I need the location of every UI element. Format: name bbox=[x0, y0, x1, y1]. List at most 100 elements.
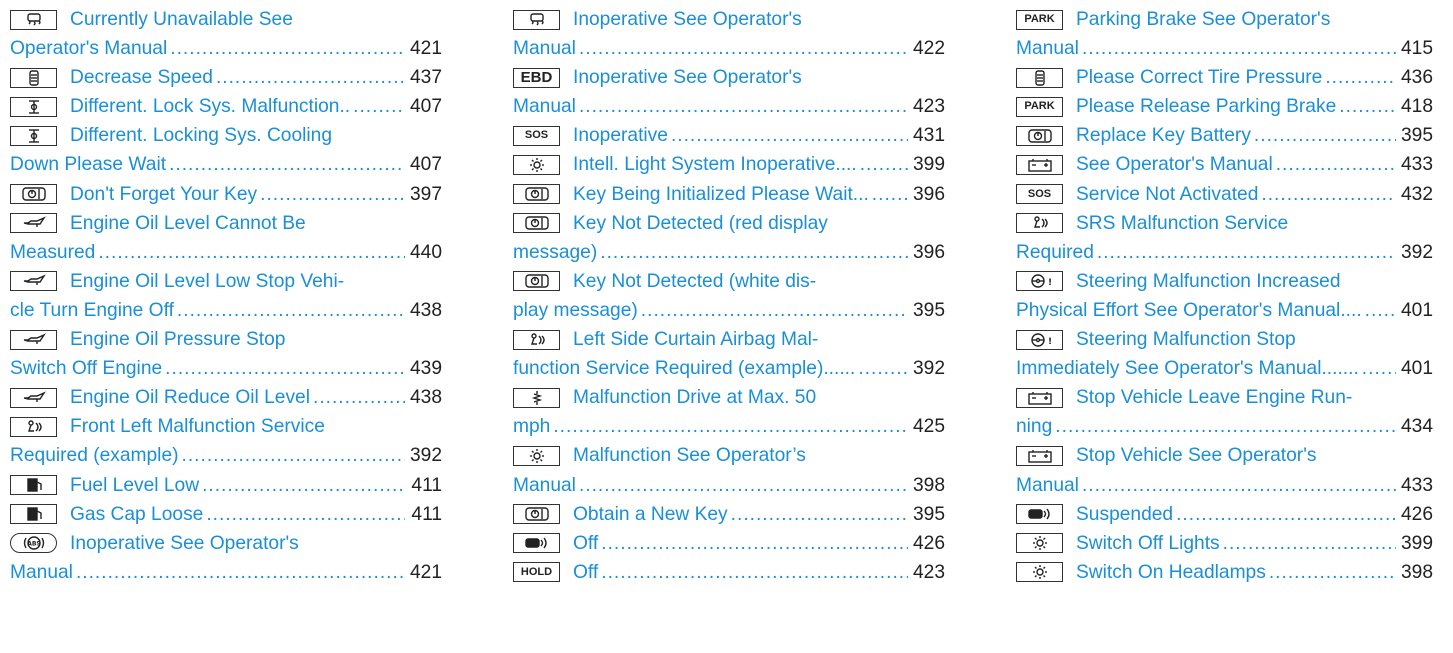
index-entry[interactable]: SRS Malfunction Service Required.........… bbox=[1016, 209, 1433, 267]
entry-label[interactable]: Switch On Headlamps bbox=[1076, 558, 1266, 587]
entry-label[interactable]: Manual bbox=[513, 92, 576, 121]
entry-label[interactable]: Don't Forget Your Key bbox=[70, 180, 257, 209]
index-entry[interactable]: Key Not Detected (red display message)...… bbox=[513, 209, 945, 267]
page-number[interactable]: 423 bbox=[911, 92, 945, 121]
entry-label[interactable]: Service Not Activated bbox=[1076, 180, 1258, 209]
page-number[interactable]: 397 bbox=[408, 180, 442, 209]
entry-label[interactable]: Front Left Malfunction Service bbox=[70, 412, 325, 441]
index-entry[interactable]: Stop Vehicle See Operator's Manual.......… bbox=[1016, 441, 1433, 499]
index-entry[interactable]: EBD Inoperative See Operator's Manual.....… bbox=[513, 63, 945, 121]
index-entry[interactable]: Different. Lock Sys. Malfunction........… bbox=[10, 92, 442, 121]
page-number[interactable]: 433 bbox=[1399, 471, 1433, 500]
page-number[interactable]: 398 bbox=[1399, 558, 1433, 587]
index-entry[interactable]: Key Being Initialized Please Wait.......… bbox=[513, 180, 945, 209]
entry-label[interactable]: Currently Unavailable See bbox=[70, 5, 293, 34]
page-number[interactable]: 425 bbox=[911, 412, 945, 441]
entry-label[interactable]: Switch Off Lights bbox=[1076, 529, 1220, 558]
index-entry[interactable]: Engine Oil Level Cannot Be Measured......… bbox=[10, 209, 442, 267]
entry-label[interactable]: Malfunction See Operator’s bbox=[573, 441, 806, 470]
index-entry[interactable]: Different. Locking Sys. Cooling Down Plea… bbox=[10, 121, 442, 179]
entry-label[interactable]: Different. Locking Sys. Cooling bbox=[70, 121, 332, 150]
page-number[interactable]: 426 bbox=[911, 529, 945, 558]
entry-label[interactable]: Steering Malfunction Stop bbox=[1076, 325, 1296, 354]
page-number[interactable]: 423 bbox=[911, 558, 945, 587]
index-entry[interactable]: Please Correct Tire Pressure............… bbox=[1016, 63, 1433, 92]
entry-label[interactable]: Off bbox=[573, 558, 598, 587]
entry-label[interactable]: Off bbox=[573, 529, 598, 558]
entry-label[interactable]: ning bbox=[1016, 412, 1052, 441]
index-entry[interactable]: Left Side Curtain Airbag Mal-function Se… bbox=[513, 325, 945, 383]
entry-label[interactable]: Steering Malfunction Increased bbox=[1076, 267, 1341, 296]
index-entry[interactable]: ! Steering Malfunction Stop Immediately Se… bbox=[1016, 325, 1433, 383]
page-number[interactable]: 401 bbox=[1399, 354, 1433, 383]
entry-label[interactable]: Engine Oil Level Cannot Be bbox=[70, 209, 306, 238]
entry-label[interactable]: Required (example) bbox=[10, 441, 179, 470]
index-entry[interactable]: Key Not Detected (white dis-play message… bbox=[513, 267, 945, 325]
index-entry[interactable]: HOLD Off.................................… bbox=[513, 558, 945, 587]
page-number[interactable]: 438 bbox=[408, 296, 442, 325]
entry-label[interactable]: Stop Vehicle Leave Engine Run- bbox=[1076, 383, 1352, 412]
page-number[interactable]: 421 bbox=[408, 558, 442, 587]
page-number[interactable]: 395 bbox=[1399, 121, 1433, 150]
entry-label[interactable]: Engine Oil Reduce Oil Level bbox=[70, 383, 310, 412]
page-number[interactable]: 399 bbox=[911, 150, 945, 179]
entry-label[interactable]: Immediately See Operator's Manual....... bbox=[1016, 354, 1359, 383]
page-number[interactable]: 407 bbox=[408, 150, 442, 179]
entry-label[interactable]: Different. Lock Sys. Malfunction.. bbox=[70, 92, 350, 121]
entry-label[interactable]: Fuel Level Low bbox=[70, 471, 199, 500]
entry-label[interactable]: Inoperative See Operator's bbox=[573, 63, 802, 92]
index-entry[interactable]: Switch On Headlamps.....................… bbox=[1016, 558, 1433, 587]
entry-label[interactable]: Inoperative bbox=[573, 121, 668, 150]
index-entry[interactable]: Obtain a New Key........................… bbox=[513, 500, 945, 529]
page-number[interactable]: 396 bbox=[911, 180, 945, 209]
page-number[interactable]: 439 bbox=[408, 354, 442, 383]
entry-label[interactable]: Engine Oil Pressure Stop bbox=[70, 325, 285, 354]
page-number[interactable]: 422 bbox=[911, 34, 945, 63]
page-number[interactable]: 436 bbox=[1399, 63, 1433, 92]
page-number[interactable]: 440 bbox=[408, 238, 442, 267]
entry-label[interactable]: Manual bbox=[513, 34, 576, 63]
page-number[interactable]: 392 bbox=[911, 354, 945, 383]
page-number[interactable]: 395 bbox=[911, 500, 945, 529]
index-entry[interactable]: Malfunction Drive at Max. 50 mph.........… bbox=[513, 383, 945, 441]
page-number[interactable]: 395 bbox=[911, 296, 945, 325]
page-number[interactable]: 411 bbox=[408, 471, 442, 500]
index-entry[interactable]: Replace Key Battery.....................… bbox=[1016, 121, 1433, 150]
entry-label[interactable]: message) bbox=[513, 238, 597, 267]
index-entry[interactable]: Suspended...............................… bbox=[1016, 500, 1433, 529]
page-number[interactable]: 418 bbox=[1399, 92, 1433, 121]
entry-label[interactable]: Manual bbox=[513, 471, 576, 500]
entry-label[interactable]: Operator's Manual bbox=[10, 34, 167, 63]
entry-label[interactable]: Manual bbox=[1016, 471, 1079, 500]
index-entry[interactable]: Stop Vehicle Leave Engine Run-ning......… bbox=[1016, 383, 1433, 441]
page-number[interactable]: 392 bbox=[1399, 238, 1433, 267]
index-entry[interactable]: Don't Forget Your Key...................… bbox=[10, 180, 442, 209]
index-entry[interactable]: See Operator's Manual...................… bbox=[1016, 150, 1433, 179]
page-number[interactable]: 415 bbox=[1399, 34, 1433, 63]
index-entry[interactable]: Malfunction See Operator’s Manual........… bbox=[513, 441, 945, 499]
index-entry[interactable]: SOS Service Not Activated................… bbox=[1016, 180, 1433, 209]
entry-label[interactable]: Key Not Detected (red display bbox=[573, 209, 828, 238]
page-number[interactable]: 392 bbox=[408, 441, 442, 470]
index-entry[interactable]: Engine Oil Reduce Oil Level.............… bbox=[10, 383, 442, 412]
index-entry[interactable]: ABS Inoperative See Operator's Manual.....… bbox=[10, 529, 442, 587]
entry-label[interactable]: Suspended bbox=[1076, 500, 1173, 529]
entry-label[interactable]: Decrease Speed bbox=[70, 63, 213, 92]
entry-label[interactable]: See Operator's Manual bbox=[1076, 150, 1273, 179]
entry-label[interactable]: function Service Required (example).....… bbox=[513, 354, 855, 383]
entry-label[interactable]: Down Please Wait bbox=[10, 150, 166, 179]
entry-label[interactable]: Replace Key Battery bbox=[1076, 121, 1251, 150]
entry-label[interactable]: Please Correct Tire Pressure bbox=[1076, 63, 1322, 92]
entry-label[interactable]: cle Turn Engine Off bbox=[10, 296, 174, 325]
page-number[interactable]: 396 bbox=[911, 238, 945, 267]
index-entry[interactable]: Switch Off Lights.......................… bbox=[1016, 529, 1433, 558]
page-number[interactable]: 434 bbox=[1399, 412, 1433, 441]
entry-label[interactable]: mph bbox=[513, 412, 550, 441]
entry-label[interactable]: Physical Effort See Operator's Manual...… bbox=[1016, 296, 1362, 325]
index-entry[interactable]: Gas Cap Loose...........................… bbox=[10, 500, 442, 529]
page-number[interactable]: 411 bbox=[408, 500, 442, 529]
page-number[interactable]: 438 bbox=[408, 383, 442, 412]
entry-label[interactable]: Switch Off Engine bbox=[10, 354, 162, 383]
entry-label[interactable]: Obtain a New Key bbox=[573, 500, 728, 529]
page-number[interactable]: 431 bbox=[911, 121, 945, 150]
